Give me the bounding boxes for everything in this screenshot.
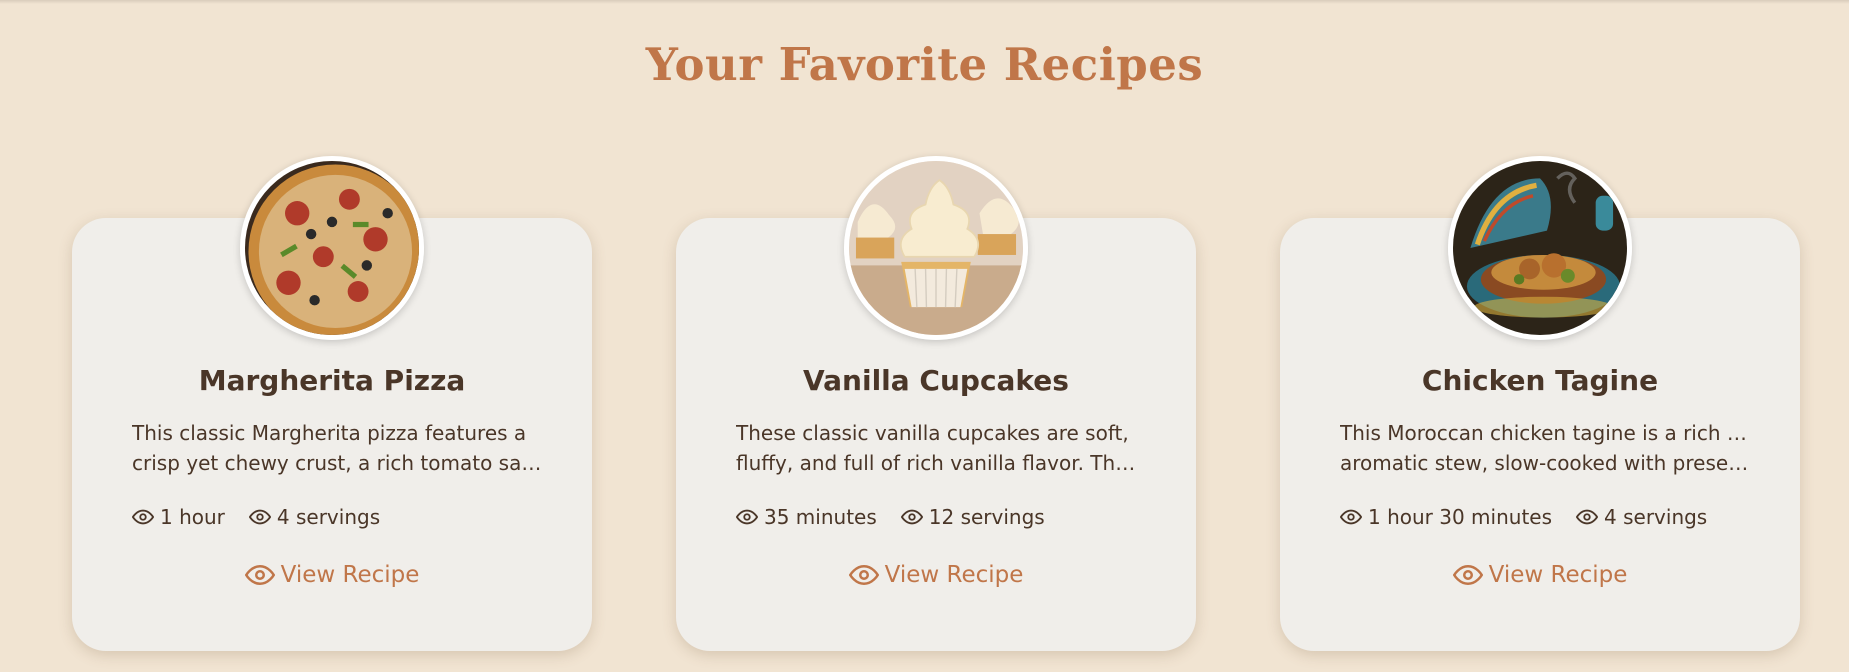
recipe-photo-pizza [240, 156, 424, 340]
recipe-servings: 4 servings [248, 505, 381, 529]
recipe-servings-text: 4 servings [1604, 505, 1708, 529]
recipe-time-text: 35 minutes [764, 505, 877, 529]
eye-icon [900, 509, 923, 525]
eye-icon [1452, 564, 1483, 586]
view-recipe-button[interactable]: View Recipe [1280, 560, 1800, 590]
recipe-title: Vanilla Cupcakes [803, 364, 1069, 397]
recipe-description-line: fluffy, and full of rich vanilla flavor.… [736, 451, 1146, 475]
eye-icon [1340, 509, 1362, 525]
recipe-description: This Moroccan chicken tagine is a rich a… [1340, 418, 1750, 478]
recipe-card-vanilla-cupcakes: Vanilla Cupcakes These classic vanilla c… [676, 156, 1196, 651]
recipe-servings-text: 12 servings [928, 505, 1045, 529]
recipe-time: 1 hour 30 minutes [1340, 505, 1552, 529]
recipe-description-line: This Moroccan chicken tagine is a rich a… [1340, 421, 1750, 445]
recipe-meta: 35 minutes 12 servings [736, 505, 1069, 529]
recipe-description-line: crisp yet chewy crust, a rich tomato sau… [132, 451, 542, 475]
recipe-card-chicken-tagine: Chicken Tagine This Moroccan chicken tag… [1280, 156, 1800, 651]
eye-icon [1576, 509, 1599, 525]
recipe-meta: 1 hour 30 minutes 4 servings [1340, 505, 1731, 529]
eye-icon [244, 564, 275, 586]
recipe-card-margherita-pizza: Margherita Pizza This classic Margherita… [72, 156, 592, 651]
view-recipe-label: View Recipe [280, 562, 420, 588]
recipe-title: Chicken Tagine [1421, 364, 1659, 397]
recipe-description-line: This classic Margherita pizza features a [132, 421, 527, 445]
recipe-time: 1 hour [132, 505, 225, 529]
recipe-photo-tagine [1448, 156, 1632, 340]
view-recipe-label: View Recipe [1488, 562, 1628, 588]
recipe-description: These classic vanilla cupcakes are soft,… [736, 418, 1146, 478]
view-recipe-button[interactable]: View Recipe [72, 560, 592, 590]
recipe-title: Margherita Pizza [198, 364, 466, 397]
recipe-servings: 4 servings [1576, 505, 1707, 529]
recipe-time-text: 1 hour 30 minutes [1368, 505, 1553, 529]
recipe-description-line: These classic vanilla cupcakes are soft, [736, 421, 1129, 445]
recipe-servings: 12 servings [900, 505, 1045, 529]
eye-icon [736, 509, 758, 525]
recipe-time: 35 minutes [736, 505, 877, 529]
recipe-photo-cupcakes [844, 156, 1028, 340]
recipe-description-line: aromatic stew, slow-cooked with preserv.… [1340, 451, 1750, 475]
header-shadow [0, 0, 1849, 4]
recipe-meta: 1 hour 4 servings [132, 505, 404, 529]
view-recipe-button[interactable]: View Recipe [676, 560, 1196, 590]
view-recipe-label: View Recipe [884, 562, 1024, 588]
recipe-time-text: 1 hour [160, 505, 225, 529]
eye-icon [132, 509, 154, 525]
page-title: Your Favorite Recipes [645, 38, 1204, 91]
eye-icon [248, 509, 271, 525]
eye-icon [848, 564, 879, 586]
recipe-servings-text: 4 servings [276, 505, 381, 529]
recipe-description: This classic Margherita pizza features a… [132, 418, 542, 478]
